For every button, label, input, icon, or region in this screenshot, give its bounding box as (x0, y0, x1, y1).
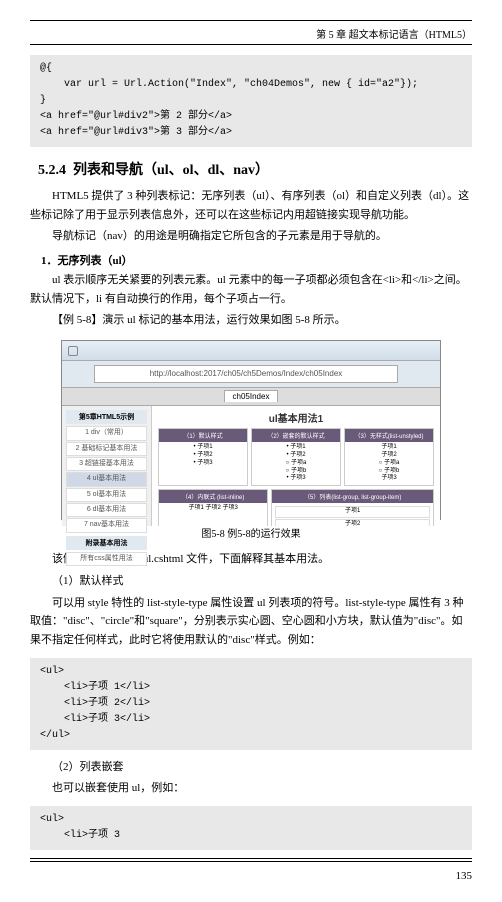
sidebar-item: 2 基础标记基本用法 (66, 442, 147, 456)
sidebar-item: 3 超链接基本用法 (66, 457, 147, 471)
sidebar-item: 7 nav基本用法 (66, 518, 147, 532)
paragraph: 可以用 style 特性的 list-style-type 属性设置 ul 列表… (30, 594, 472, 650)
url-bar: http://localhost:2017/ch05/ch5Demos/Inde… (94, 365, 398, 383)
demo-card: （1）默认样式 • 子项1 • 子项2 • 子项3 (158, 428, 248, 486)
sub-heading: （1）默认样式 (52, 572, 472, 591)
sub-heading: （2）列表嵌套 (52, 758, 472, 777)
demo-card: （5）列表(list-group, list-group-item) 子项1 子… (271, 489, 434, 526)
paragraph: ul 表示顺序无关紧要的列表元素。ul 元素中的每一子项都必须包含在<li>和<… (30, 271, 472, 308)
code-block-3: <ul> <li>子项 3 (30, 806, 472, 850)
sidebar-header: 第5章HTML5示例 (66, 410, 147, 424)
page-number: 135 (30, 870, 472, 882)
paragraph: 也可以嵌套使用 ul，例如： (52, 779, 472, 798)
sidebar-item-active: 4 ul基本用法 (66, 472, 147, 486)
browser-titlebar (62, 341, 440, 361)
figure-5-8: http://localhost:2017/ch05/ch5Demos/Inde… (30, 340, 472, 540)
paragraph: HTML5 提供了 3 种列表标记：无序列表（ul）、有序列表（ol）和自定义列… (30, 187, 472, 224)
sub-heading: 1．无序列表（ul） (41, 252, 472, 268)
tab-bar: ch05Index (62, 388, 440, 406)
demo-card: （4）内联式 (list-inline) 子项1 子项2 子项3 (158, 489, 268, 526)
demo-card: （3）无样式(list-unstyled) 子项1 子项2 ○ 子项a ○ 子项… (344, 428, 434, 486)
sidebar-header: 附录基本用法 (66, 536, 147, 550)
paragraph: 导航标记（nav）的用途是明确指定它所包含的子元素是用于导航的。 (30, 227, 472, 246)
sidebar: 第5章HTML5示例 1 div（常用） 2 基础标记基本用法 3 超链接基本用… (62, 406, 152, 526)
code-block-2: <ul> <li>子项 1</li> <li>子项 2</li> <li>子项 … (30, 658, 472, 750)
browser-window: http://localhost:2017/ch05/ch5Demos/Inde… (61, 340, 441, 520)
sidebar-item: 5 ol基本用法 (66, 488, 147, 502)
demo-card: （2）嵌套的默认样式 • 子项1 • 子项2 ○ 子项a ○ 子项b • 子项3 (251, 428, 341, 486)
code-block-1: @{ var url = Url.Action("Index", "ch04De… (30, 55, 472, 147)
browser-tab: ch05Index (224, 390, 279, 402)
section-title: 5.2.4 列表和导航（ul、ol、dl、nav） (38, 159, 472, 179)
main-panel: ul基本用法1 （1）默认样式 • 子项1 • 子项2 • 子项3 （2）嵌套的… (152, 406, 440, 526)
page-header: 第 5 章 超文本标记语言（HTML5） (30, 23, 472, 44)
sidebar-item: 6 dl基本用法 (66, 503, 147, 517)
sidebar-item: 1 div（常用） (66, 426, 147, 440)
paragraph: 【例 5-8】演示 ul 标记的基本用法，运行效果如图 5-8 所示。 (30, 311, 472, 330)
panel-title: ul基本用法1 (158, 410, 434, 425)
sidebar-item: 所有css属性用法 (66, 552, 147, 566)
